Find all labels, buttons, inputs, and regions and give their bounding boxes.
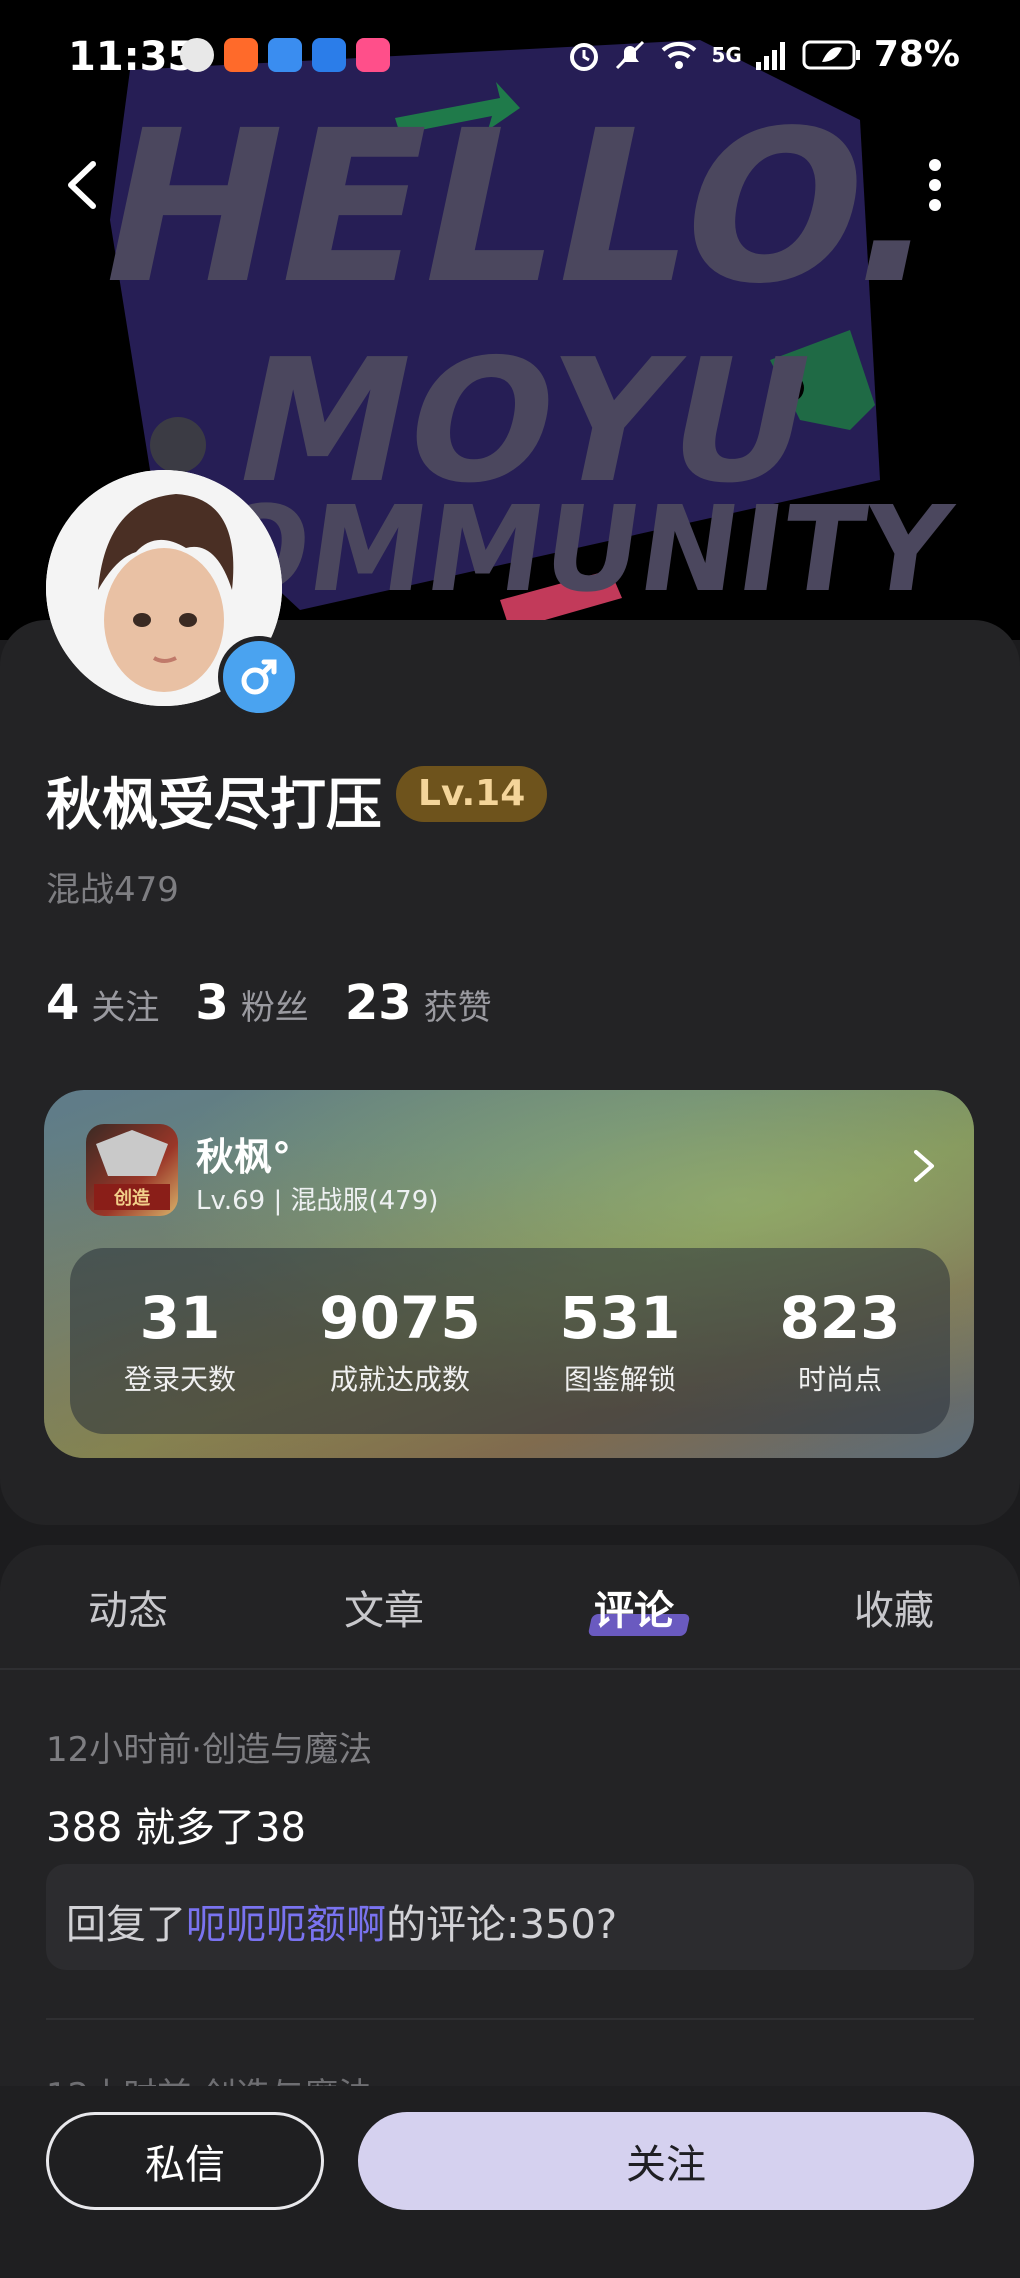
reply-quote-text: 回复了呃呃呃额啊的评论:350? [66, 1892, 617, 1950]
following-stat[interactable]: 4 关注 [46, 975, 159, 1031]
achievements-label: 成就达成数 [329, 1363, 470, 1396]
tab-dynamics[interactable]: 动态 [88, 1578, 168, 1636]
role-name: 秋枫° [196, 1135, 292, 1179]
reply-prefix: 回复了 [66, 1902, 186, 1948]
browser-app-icon [312, 38, 346, 72]
reply-quote[interactable]: 回复了呃呃呃额啊的评论:350? [46, 1864, 974, 1970]
game-card-chevron[interactable] [904, 1146, 944, 1186]
male-icon [241, 659, 277, 695]
likes-stat: 23 获赞 [345, 975, 492, 1031]
comment-meta: 12小时前·创造与魔法 [46, 1730, 373, 1770]
wifi-icon [662, 41, 697, 69]
chevron-left-icon [68, 161, 96, 209]
user-name: 秋枫受尽打压 [46, 773, 382, 838]
signal-icon [755, 41, 785, 70]
following-label: 关注 [91, 988, 160, 1028]
status-time: 11:35 [68, 34, 196, 80]
mute-icon [616, 40, 645, 69]
clock-app-icon [180, 38, 214, 72]
codex-label: 图鉴解锁 [563, 1363, 676, 1396]
following-count: 4 [46, 975, 80, 1031]
reply-suffix: 的评论:350? [386, 1902, 618, 1948]
reply-user-link[interactable]: 呃呃呃额啊 [186, 1902, 386, 1948]
game-stat: 531 图鉴解锁 [520, 1284, 720, 1398]
app-icon-orange [224, 38, 258, 72]
back-button[interactable] [48, 150, 118, 220]
comment-text[interactable]: 388 就多了38 [46, 1795, 306, 1853]
tab-articles[interactable]: 文章 [344, 1578, 424, 1636]
game-logo-art: 创造 [94, 1130, 170, 1210]
game-icon-text: 创造 [113, 1187, 150, 1209]
tab-favorites[interactable]: 收藏 [854, 1578, 934, 1636]
message-button[interactable]: 私信 [46, 2112, 324, 2210]
system-indicators: 5G 78% [567, 34, 960, 75]
role-server: Lv.69 | 混战服(479) [196, 1186, 439, 1216]
network-type: 5G [711, 42, 742, 67]
followers-stat[interactable]: 3 粉丝 [195, 975, 308, 1031]
fashion-points-value: 823 [779, 1284, 901, 1352]
likes-label: 获赞 [423, 988, 492, 1028]
battery-icon [802, 40, 860, 69]
login-days-value: 31 [139, 1284, 221, 1352]
level-badge: Lv.14 [396, 766, 548, 822]
fashion-points-label: 时尚点 [797, 1363, 882, 1396]
follow-button[interactable]: 关注 [358, 2112, 974, 2210]
more-vertical-icon [929, 159, 941, 211]
codex-value: 531 [559, 1284, 681, 1352]
comment-divider [46, 2018, 974, 2020]
game-app-icon [268, 38, 302, 72]
status-bar: 11:35 5G 78% [0, 0, 1020, 118]
followers-count: 3 [195, 975, 229, 1031]
tab-divider [0, 1668, 1020, 1670]
alarm-icon [570, 42, 599, 71]
game-stat: 823 时尚点 [740, 1284, 940, 1398]
game-role-card[interactable]: 创造 秋枫° Lv.69 | 混战服(479) 31 登录天数 9075 成就达… [44, 1090, 974, 1458]
followers-label: 粉丝 [240, 988, 309, 1028]
login-days-label: 登录天数 [123, 1363, 236, 1396]
game-stat: 31 登录天数 [80, 1284, 280, 1398]
battery-percent: 78% [873, 34, 960, 75]
profile-stats: 4 关注 3 粉丝 23 获赞 [46, 975, 492, 1031]
notification-icons [180, 38, 390, 72]
more-button[interactable] [900, 150, 970, 220]
likes-count: 23 [344, 975, 412, 1031]
user-sub-id: 混战479 [46, 870, 179, 910]
game-stat: 9075 成就达成数 [300, 1284, 500, 1398]
game-stats-panel: 31 登录天数 9075 成就达成数 531 图鉴解锁 823 时尚点 [70, 1248, 950, 1434]
game-icon: 创造 [86, 1124, 178, 1216]
chevron-right-icon [914, 1150, 934, 1182]
gender-badge [218, 636, 300, 718]
tab-comments[interactable]: 评论 [594, 1578, 674, 1636]
achievements-value: 9075 [319, 1284, 481, 1352]
pink-app-icon [356, 38, 390, 72]
banner-text-line1: HELLO. [80, 86, 965, 330]
